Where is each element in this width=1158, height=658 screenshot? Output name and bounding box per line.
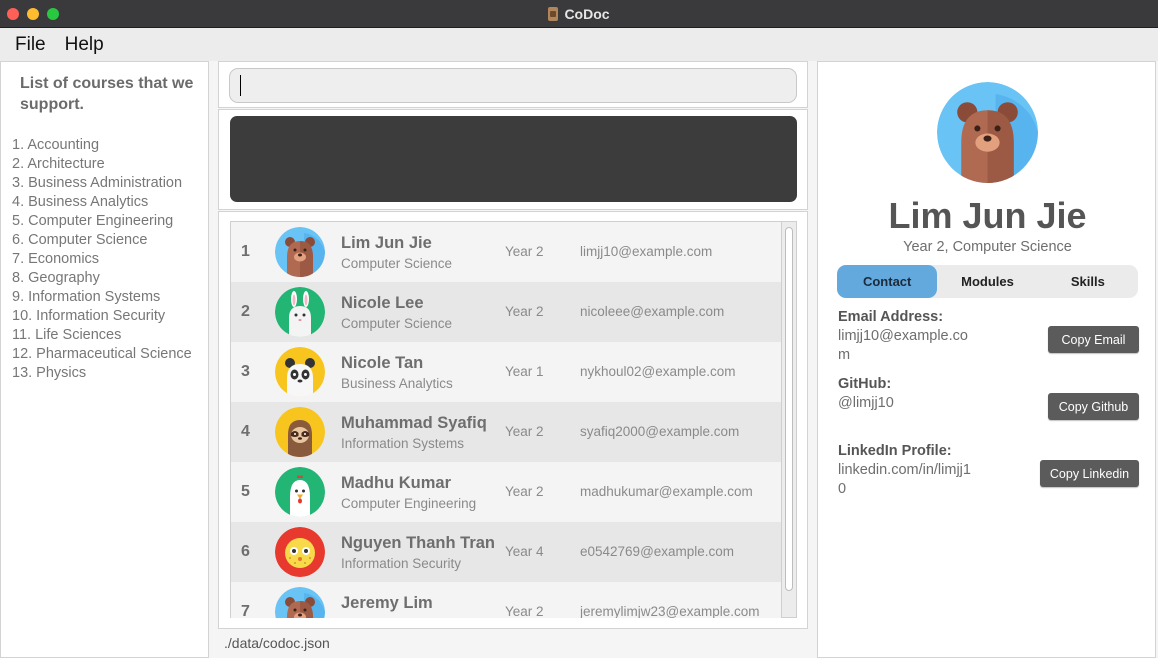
tab-contact[interactable]: Contact xyxy=(837,265,938,298)
course-item: 2. Architecture xyxy=(12,156,105,172)
person-course: Computer Science xyxy=(341,256,453,271)
person-index: 1 xyxy=(241,243,250,260)
pufferfish-icon xyxy=(275,527,325,577)
course-item: 7. Economics xyxy=(12,251,100,267)
profile-panel: Lim Jun Jie Year 2, Computer Science Con… xyxy=(817,61,1156,658)
tab-modules[interactable]: Modules xyxy=(937,265,1037,298)
person-year: Year 4 xyxy=(505,544,544,559)
person-email: madhukumar@example.com xyxy=(580,484,753,499)
window-title-group: CoDoc xyxy=(0,0,1158,28)
linkedin-value: linkedin.com/in/limjj10 xyxy=(838,462,971,497)
person-year: Year 2 xyxy=(505,244,544,259)
email-value: limjj10@example.com xyxy=(838,328,968,363)
course-panel: List of courses that we support. 1. Acco… xyxy=(0,61,209,658)
profile-tabs: Contact Modules Skills xyxy=(837,265,1138,298)
person-year: Year 2 xyxy=(505,484,544,499)
linkedin-label: LinkedIn Profile: xyxy=(838,443,952,459)
course-item: 9. Information Systems xyxy=(12,289,161,305)
rabbit-icon xyxy=(275,287,325,337)
course-item: 4. Business Analytics xyxy=(12,194,149,210)
window-title: CoDoc xyxy=(564,6,610,22)
person-index: 3 xyxy=(241,363,250,380)
person-year: Year 1 xyxy=(505,364,544,379)
person-name: Jeremy Lim xyxy=(341,594,433,612)
person-card[interactable]: 1 Lim Jun Jie Computer Science Year 2 limjj… xyxy=(231,222,783,282)
course-list: 1. Accounting 2. Architecture 3. Busines… xyxy=(12,136,192,383)
text-caret xyxy=(240,75,241,96)
profile-subtitle: Year 2, Computer Science xyxy=(903,239,1072,255)
course-item: 10. Information Security xyxy=(12,308,166,324)
result-display xyxy=(230,116,797,202)
bear-icon xyxy=(275,587,325,618)
person-year: Year 2 xyxy=(505,424,544,439)
person-index: 2 xyxy=(241,303,250,320)
course-item: 12. Pharmaceutical Science xyxy=(12,346,192,362)
bear-icon xyxy=(937,82,1038,183)
copy-github-button[interactable]: Copy Github xyxy=(1048,393,1139,420)
person-name: Nicole Lee xyxy=(341,294,424,312)
person-list-pane: 1 Lim Jun Jie Computer Science Year 2 limjj… xyxy=(218,211,808,629)
person-course: Business Analytics xyxy=(341,376,453,391)
chicken-icon xyxy=(275,467,325,517)
person-email: nicoleee@example.com xyxy=(580,304,725,319)
sloth-icon xyxy=(275,407,325,457)
person-course: Computer Science xyxy=(341,316,453,331)
tab-skills[interactable]: Skills xyxy=(1038,265,1138,298)
menu-help[interactable]: Help xyxy=(65,34,104,56)
course-item: 3. Business Administration xyxy=(12,175,183,191)
panda-icon xyxy=(275,347,325,397)
person-email: e0542769@example.com xyxy=(580,544,735,559)
email-label: Email Address: xyxy=(838,309,944,325)
person-name: Muhammad Syafiq xyxy=(341,414,487,432)
command-pane xyxy=(218,61,808,108)
course-item: 1. Accounting xyxy=(12,137,100,153)
menu-file[interactable]: File xyxy=(15,34,46,56)
person-name: Nguyen Thanh Tran xyxy=(341,534,496,552)
person-index: 4 xyxy=(241,423,250,440)
person-list[interactable]: 1 Lim Jun Jie Computer Science Year 2 limjj… xyxy=(230,221,783,618)
github-value: @limjj10 xyxy=(838,395,894,411)
person-index: 6 xyxy=(241,543,250,560)
person-card[interactable]: 2 Nicole Lee Computer Science Year 2 nicole… xyxy=(231,282,783,342)
person-year: Year 2 xyxy=(505,304,544,319)
course-panel-title: List of courses that we support. xyxy=(20,75,194,113)
scrollbar-thumb[interactable] xyxy=(785,227,793,591)
course-item: 8. Geography xyxy=(12,270,100,286)
menu-bar: File Help xyxy=(0,28,1158,61)
person-index: 7 xyxy=(241,603,250,618)
person-card[interactable]: 7 Jeremy Lim Year 2 jeremylimjw23@example.… xyxy=(231,582,783,618)
course-item: 13. Physics xyxy=(12,365,87,381)
copy-linkedin-button[interactable]: Copy Linkedin xyxy=(1040,460,1139,487)
person-course: Information Systems xyxy=(341,436,465,451)
person-course: Information Security xyxy=(341,556,462,571)
app-logo-icon xyxy=(548,7,559,21)
github-label: GitHub: xyxy=(838,376,892,392)
person-card[interactable]: 6 Nguyen Thanh Tran Information Security Y… xyxy=(231,522,783,582)
person-year: Year 2 xyxy=(505,604,544,618)
person-card[interactable]: 4 Muhammad Syafiq Information Systems Year… xyxy=(231,402,783,462)
course-item: 5. Computer Engineering xyxy=(12,213,174,229)
person-email: syafiq2000@example.com xyxy=(580,424,740,439)
title-bar: CoDoc xyxy=(0,0,1158,28)
person-email: jeremylimjw23@example.com xyxy=(580,604,760,618)
command-input[interactable] xyxy=(229,68,797,103)
person-email: limjj10@example.com xyxy=(580,244,713,259)
person-name: Lim Jun Jie xyxy=(341,234,432,252)
person-course: Computer Engineering xyxy=(341,496,477,511)
person-index: 5 xyxy=(241,483,250,500)
status-bar-path: ./data/codoc.json xyxy=(224,635,330,651)
app-window: CoDoc File Help List of courses that we … xyxy=(0,0,1158,658)
profile-name: Lim Jun Jie xyxy=(888,195,1087,236)
person-name: Nicole Tan xyxy=(341,354,424,372)
person-name: Madhu Kumar xyxy=(341,474,452,492)
bear-icon xyxy=(275,227,325,277)
person-email: nykhoul02@example.com xyxy=(580,364,736,379)
person-card[interactable]: 5 Madhu Kumar Computer Engineering Year 2 m… xyxy=(231,462,783,522)
course-item: 11. Life Sciences xyxy=(12,327,122,343)
course-item: 6. Computer Science xyxy=(12,232,148,248)
result-pane xyxy=(218,109,808,210)
person-card[interactable]: 3 Nicole Tan Business Analytics Year 1 nykh… xyxy=(231,342,783,402)
copy-email-button[interactable]: Copy Email xyxy=(1048,326,1139,353)
person-list-scrollbar[interactable] xyxy=(781,221,797,618)
